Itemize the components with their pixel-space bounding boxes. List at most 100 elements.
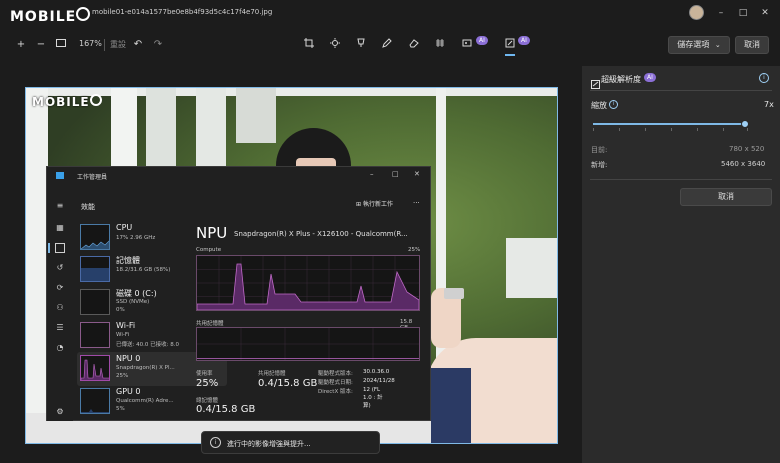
active-nav-indicator: [48, 243, 50, 253]
save-options-button[interactable]: 儲存選項 ⌄: [668, 36, 730, 54]
list-item-detail: 17% 2.96 GHz: [116, 235, 156, 241]
processes-icon[interactable]: ▦: [55, 223, 65, 233]
zoom-out-icon[interactable]: −: [34, 38, 48, 52]
total-memory-value: 0.4/15.8 GB: [196, 404, 256, 415]
startup-apps-icon[interactable]: ⟳: [55, 283, 65, 293]
redo-icon[interactable]: ↷: [151, 38, 165, 52]
watermark-logo: MOBILE: [32, 94, 102, 109]
driver-version-value: 30.0.36.0: [363, 369, 390, 375]
title-bar: MOBILE mobile01-e014a1577be0e8b4f93d5c4c…: [0, 0, 780, 28]
list-item-detail: 0%: [116, 307, 125, 313]
npu-thumbnail-graph: [80, 355, 110, 381]
directx-label: DirectX 版本:: [318, 389, 353, 395]
scale-info-icon[interactable]: i: [609, 100, 618, 109]
crop-icon[interactable]: [302, 38, 316, 52]
generative-edit-icon[interactable]: [460, 38, 474, 52]
slider-thumb[interactable]: [740, 120, 749, 128]
new-size-value: 5460 x 3640: [721, 160, 766, 168]
performance-icon[interactable]: [55, 243, 65, 253]
scale-slider[interactable]: [593, 120, 749, 131]
window-frame: [26, 88, 557, 96]
erase-icon[interactable]: [407, 38, 421, 52]
task-manager-window: 工作管理員 – □ ✕ ≡ ▦ ↺ ⟳ ⚇ ☰ ◔ ⚙ 效能 ⊞ 執行新工作 ·…: [46, 166, 431, 421]
toast-message: 進行中的影像增強與提升...: [227, 440, 311, 448]
list-item-detail: 18.2/31.6 GB (58%): [116, 267, 171, 273]
save-options-label: 儲存選項: [677, 40, 710, 49]
settings-gear-icon[interactable]: ⚙: [55, 407, 65, 417]
photos-app-window: MOBILE mobile01-e014a1577be0e8b4f93d5c4c…: [0, 0, 780, 463]
tm-close-button[interactable]: ✕: [414, 170, 420, 178]
slider-tick: [697, 128, 698, 131]
npu-heading: NPU: [196, 224, 228, 242]
hamburger-menu-icon[interactable]: ≡: [55, 201, 65, 211]
minimize-button[interactable]: –: [713, 6, 729, 20]
super-resolution-panel: 超級解析度 AI i 縮放 i 7x 目前: 780 x 520 新增: 546…: [582, 66, 780, 463]
driver-version-label: 驅動程式版本:: [318, 371, 353, 377]
window-frame: [196, 88, 226, 168]
wifi-thumbnail-graph: [80, 322, 110, 348]
markup-pen-icon[interactable]: [380, 38, 394, 52]
list-item-detail: Wi-Fi: [116, 332, 130, 338]
cpu-thumbnail-graph: [80, 224, 110, 250]
scale-label: 縮放: [591, 101, 607, 110]
undo-icon[interactable]: ↶: [131, 38, 145, 52]
users-icon[interactable]: ⚇: [55, 303, 65, 313]
progress-toast: i 進行中的影像增強與提升...: [201, 431, 380, 454]
shared-memory-label: 共用記憶體: [258, 371, 286, 377]
adjust-brightness-icon[interactable]: [328, 38, 342, 52]
reset-button[interactable]: 重設: [110, 39, 126, 50]
app-history-icon[interactable]: ↺: [55, 263, 65, 273]
divider: [590, 179, 772, 180]
compute-graph-label: Compute: [196, 247, 222, 253]
tm-minimize-button[interactable]: –: [370, 170, 374, 178]
tm-maximize-button[interactable]: □: [392, 170, 399, 178]
window-frame: [146, 88, 176, 173]
gpu-thumbnail-graph: [80, 388, 110, 414]
list-item-name: GPU 0: [116, 387, 141, 396]
slider-tick: [593, 128, 594, 131]
ai-badge: AI: [518, 36, 530, 45]
zoom-in-icon[interactable]: +: [14, 38, 28, 52]
npu-model-name: Snapdragon(R) X Plus - X126100 - Qualcom…: [234, 230, 408, 238]
services-icon[interactable]: ◔: [55, 343, 65, 353]
compute-graph: [196, 255, 420, 311]
task-manager-title: 工作管理員: [77, 174, 108, 181]
compute-graph-max: 25%: [408, 247, 421, 253]
list-item-name: Wi-Fi: [116, 321, 136, 330]
close-button[interactable]: ✕: [757, 6, 773, 20]
scale-value: 7x: [764, 100, 774, 109]
maximize-button[interactable]: □: [735, 6, 751, 20]
info-icon[interactable]: i: [759, 73, 769, 83]
npu-detail-panel: NPU Snapdragon(R) X Plus - X126100 - Qua…: [190, 207, 420, 421]
slider-tick: [747, 128, 748, 131]
slider-tick: [671, 128, 672, 131]
driver-date-value: 2024/11/28: [363, 378, 395, 384]
user-avatar[interactable]: [689, 5, 704, 20]
super-resolution-icon[interactable]: [503, 38, 517, 52]
panel-title: 超級解析度: [601, 75, 641, 84]
fit-screen-icon[interactable]: [54, 38, 68, 52]
window-frame: [236, 88, 276, 143]
performance-section-title: 效能: [81, 203, 95, 211]
task-manager-titlebar: 工作管理員 – □ ✕: [47, 167, 430, 185]
usage-label: 使用率: [196, 371, 213, 377]
slider-fill: [593, 123, 745, 125]
app-logo: MOBILE: [10, 7, 91, 25]
new-size-label: 新增:: [591, 161, 608, 169]
slider-tick: [645, 128, 646, 131]
filter-icon[interactable]: [354, 38, 368, 52]
memory-thumbnail-graph: [80, 256, 110, 282]
zoom-level[interactable]: 167%: [79, 39, 102, 48]
file-name: mobile01-e014a1577be0e8b4f93d5c4c17f4e70…: [92, 8, 273, 16]
panel-cancel-button[interactable]: 取消: [680, 188, 772, 206]
info-icon: i: [210, 437, 221, 448]
ai-badge: AI: [476, 36, 488, 45]
chevron-down-icon: ⌄: [714, 41, 721, 49]
task-manager-sidebar: ≡ ▦ ↺ ⟳ ⚇ ☰ ◔ ⚙: [47, 185, 73, 421]
list-item-detail: SSD (NVMe): [116, 299, 150, 305]
more-options-icon[interactable]: ···: [413, 199, 420, 207]
details-icon[interactable]: ☰: [55, 323, 65, 333]
background-icon[interactable]: [433, 38, 447, 52]
shared-memory-value: 0.4/15.8 GB: [258, 378, 318, 389]
cancel-button[interactable]: 取消: [735, 36, 769, 54]
